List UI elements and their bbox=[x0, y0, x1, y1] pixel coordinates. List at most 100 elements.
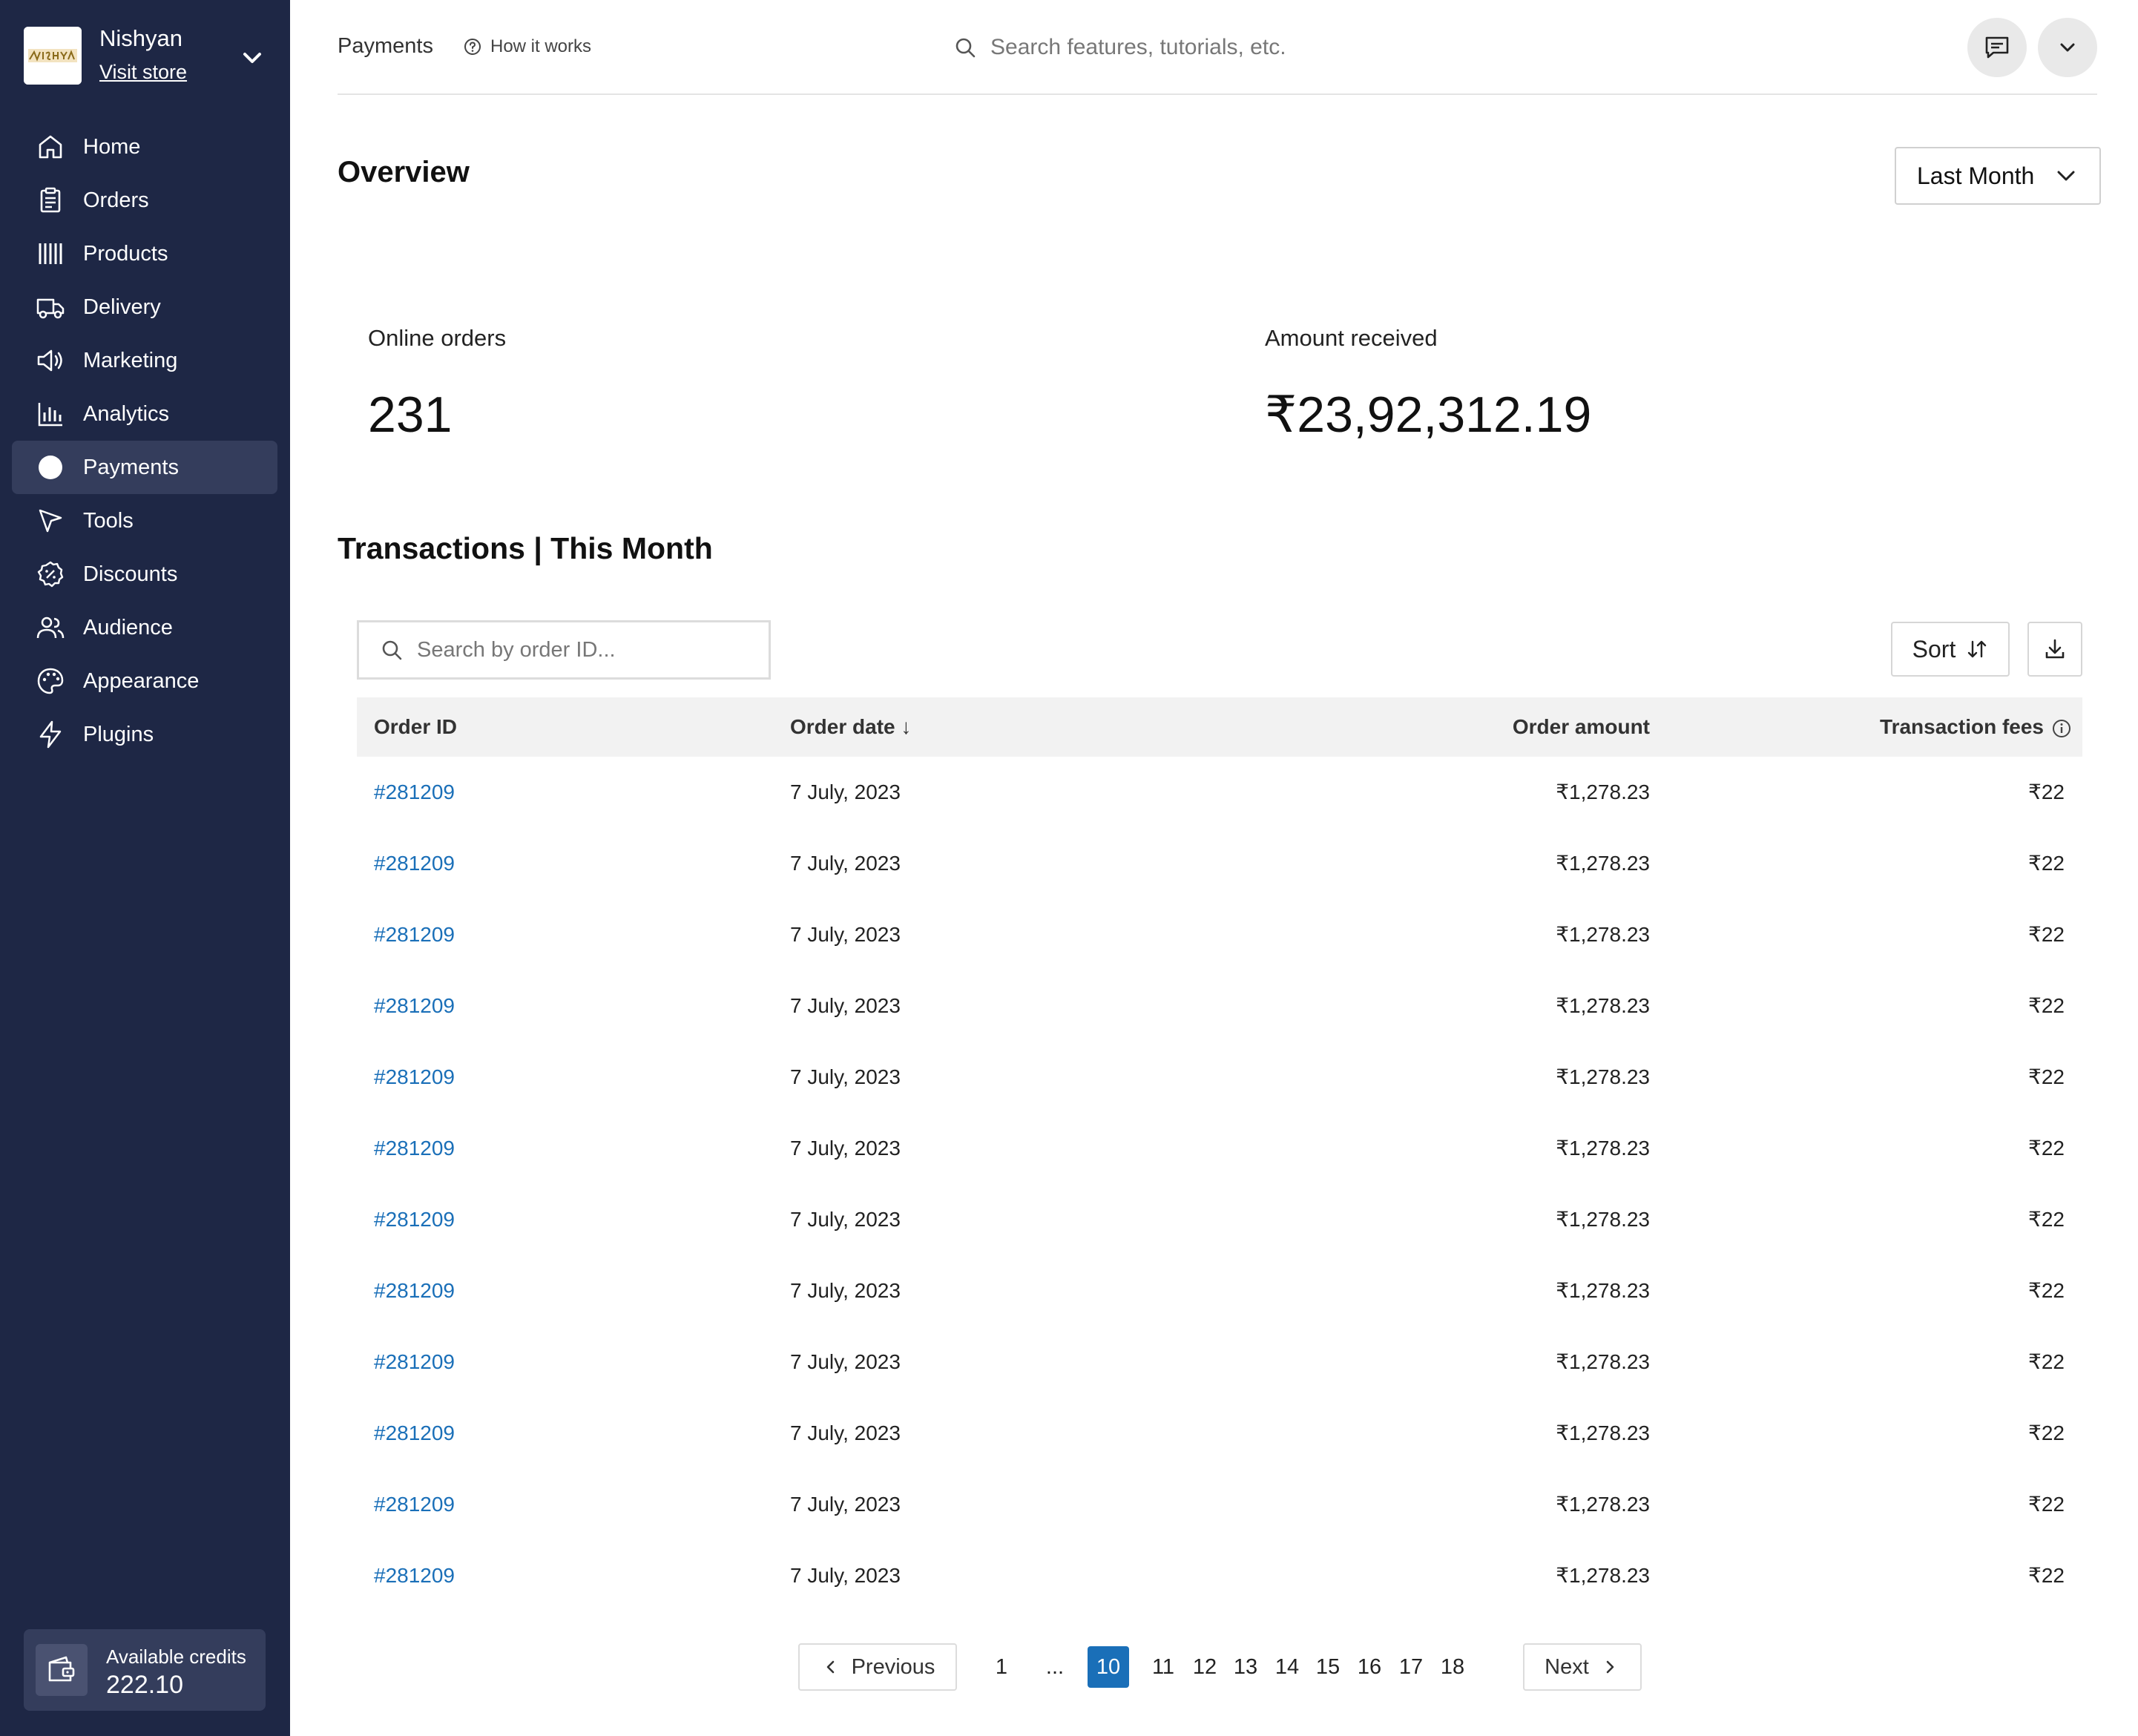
overview-title: Overview bbox=[338, 156, 470, 188]
megaphone-icon bbox=[37, 349, 62, 372]
order-id-link[interactable]: #281209 bbox=[374, 1326, 455, 1398]
page-number-button[interactable]: 17 bbox=[1390, 1646, 1432, 1688]
column-header-order-date[interactable]: Order date ↓ bbox=[790, 715, 911, 739]
order-date-cell: 7 July, 2023 bbox=[790, 923, 901, 946]
table-row: #281209 7 July, 2023 ₹1,278.23 ₹22 bbox=[357, 1469, 2082, 1540]
order-id-link[interactable]: #281209 bbox=[374, 970, 455, 1042]
order-id-link[interactable]: #281209 bbox=[374, 1255, 455, 1326]
order-amount-cell: ₹1,278.23 bbox=[1556, 780, 1650, 803]
order-id-link[interactable]: #281209 bbox=[374, 1042, 455, 1113]
home-icon bbox=[39, 135, 62, 159]
chevron-down-icon bbox=[2060, 43, 2075, 52]
page-number-button[interactable]: 16 bbox=[1349, 1646, 1390, 1688]
column-header-transaction-fees[interactable]: Transaction fees bbox=[1880, 715, 2044, 739]
next-page-button[interactable]: Next bbox=[1523, 1643, 1642, 1691]
previous-page-button[interactable]: Previous bbox=[798, 1643, 957, 1691]
help-circle-icon bbox=[464, 39, 481, 55]
sidebar-item-products[interactable]: Products bbox=[12, 227, 277, 280]
sidebar-item-appearance[interactable]: Appearance bbox=[12, 654, 277, 708]
transaction-fee-cell: ₹22 bbox=[2028, 780, 2065, 803]
chevron-down-icon[interactable] bbox=[236, 42, 269, 74]
page-number-button[interactable]: 18 bbox=[1432, 1646, 1473, 1688]
page-number-button[interactable]: 15 bbox=[1307, 1646, 1349, 1688]
payments-icon bbox=[39, 456, 62, 479]
global-search[interactable] bbox=[953, 28, 1621, 67]
store-switcher[interactable]: Nishyan Visit store bbox=[24, 25, 269, 88]
previous-label: Previous bbox=[851, 1654, 935, 1679]
page-number-button[interactable]: 1 bbox=[981, 1646, 1022, 1688]
page-number-button[interactable]: 14 bbox=[1266, 1646, 1308, 1688]
order-search[interactable] bbox=[357, 620, 771, 680]
lightning-icon bbox=[39, 720, 62, 749]
sidebar-item-analytics[interactable]: Analytics bbox=[12, 387, 277, 441]
download-icon bbox=[2045, 639, 2065, 659]
page-number-button[interactable]: 13 bbox=[1225, 1646, 1266, 1688]
how-it-works-label: How it works bbox=[490, 36, 592, 56]
sidebar-item-tools[interactable]: Tools bbox=[12, 494, 277, 548]
sidebar-item-audience[interactable]: Audience bbox=[12, 601, 277, 654]
online-orders-label: Online orders bbox=[368, 325, 507, 351]
order-id-link[interactable]: #281209 bbox=[374, 899, 455, 970]
table-row: #281209 7 July, 2023 ₹1,278.23 ₹22 bbox=[357, 1042, 2082, 1113]
sidebar-item-label: Marketing bbox=[83, 348, 178, 372]
order-id-link[interactable]: #281209 bbox=[374, 1398, 455, 1469]
sidebar-item-orders[interactable]: Orders bbox=[12, 174, 277, 227]
column-header-order-amount[interactable]: Order amount bbox=[1513, 715, 1650, 739]
sidebar-nav: Home Orders Products Delivery Marketing … bbox=[12, 120, 277, 761]
order-search-input[interactable] bbox=[417, 637, 743, 662]
account-menu-button[interactable] bbox=[2038, 18, 2097, 77]
chevron-left-icon bbox=[826, 1660, 834, 1674]
column-header-order-id[interactable]: Order ID bbox=[374, 715, 457, 739]
store-name: Nishyan bbox=[99, 25, 182, 51]
cursor-icon bbox=[39, 509, 62, 533]
transactions-title: Transactions | This Month bbox=[338, 531, 713, 565]
how-it-works-link[interactable]: How it works bbox=[464, 36, 591, 57]
transaction-fee-cell: ₹22 bbox=[2028, 852, 2065, 875]
order-date-cell: 7 July, 2023 bbox=[790, 780, 901, 803]
table-row: #281209 7 July, 2023 ₹1,278.23 ₹22 bbox=[357, 1398, 2082, 1469]
amount-received-label: Amount received bbox=[1265, 325, 1438, 351]
chevron-right-icon bbox=[1606, 1660, 1614, 1674]
page-number-button[interactable]: 11 bbox=[1142, 1646, 1184, 1688]
order-id-link[interactable]: #281209 bbox=[374, 757, 455, 828]
search-icon bbox=[955, 38, 976, 58]
global-search-input[interactable] bbox=[990, 35, 1584, 60]
download-button[interactable] bbox=[2027, 622, 2082, 677]
order-id-link[interactable]: #281209 bbox=[374, 828, 455, 899]
table-row: #281209 7 July, 2023 ₹1,278.23 ₹22 bbox=[357, 1113, 2082, 1184]
bar-chart-icon bbox=[38, 403, 62, 427]
chat-button[interactable] bbox=[1967, 18, 2027, 77]
transaction-fee-cell: ₹22 bbox=[2028, 1421, 2065, 1444]
order-amount-cell: ₹1,278.23 bbox=[1556, 852, 1650, 875]
transaction-fee-cell: ₹22 bbox=[2028, 923, 2065, 946]
info-icon[interactable] bbox=[2051, 718, 2072, 739]
order-date-cell: 7 July, 2023 bbox=[790, 994, 901, 1017]
sidebar-item-payments[interactable]: Payments bbox=[12, 441, 277, 494]
period-select[interactable]: Last Month bbox=[1895, 147, 2101, 205]
table-row: #281209 7 July, 2023 ₹1,278.23 ₹22 bbox=[357, 970, 2082, 1042]
page-number-button[interactable]: 10 bbox=[1088, 1646, 1129, 1688]
order-amount-cell: ₹1,278.23 bbox=[1556, 1137, 1650, 1160]
transactions-table: Order ID Order date ↓ Order amount Trans… bbox=[357, 697, 2082, 1611]
order-id-link[interactable]: #281209 bbox=[374, 1540, 455, 1611]
top-bar: Payments How it works bbox=[338, 0, 2097, 95]
order-id-link[interactable]: #281209 bbox=[374, 1113, 455, 1184]
sidebar-item-label: Analytics bbox=[83, 401, 170, 426]
sidebar-item-label: Products bbox=[83, 241, 168, 266]
palette-icon bbox=[37, 668, 64, 694]
sidebar-item-label: Home bbox=[83, 134, 141, 159]
order-date-cell: 7 July, 2023 bbox=[790, 1208, 901, 1231]
table-row: #281209 7 July, 2023 ₹1,278.23 ₹22 bbox=[357, 828, 2082, 899]
sidebar-item-delivery[interactable]: Delivery bbox=[12, 280, 277, 334]
sort-button[interactable]: Sort bbox=[1891, 622, 2010, 677]
sidebar-item-marketing[interactable]: Marketing bbox=[12, 334, 277, 387]
sidebar-item-home[interactable]: Home bbox=[12, 120, 277, 174]
order-id-link[interactable]: #281209 bbox=[374, 1184, 455, 1255]
sidebar-item-plugins[interactable]: Plugins bbox=[12, 708, 277, 761]
order-id-link[interactable]: #281209 bbox=[374, 1469, 455, 1540]
sidebar-item-discounts[interactable]: Discounts bbox=[12, 548, 277, 601]
page-number-button[interactable]: 12 bbox=[1184, 1646, 1226, 1688]
visit-store-link[interactable]: Visit store bbox=[99, 61, 187, 84]
pagination: Previous 1... 10 11 12 13 14 15 16 17 18 Next bbox=[0, 1643, 2138, 1691]
order-amount-cell: ₹1,278.23 bbox=[1556, 1065, 1650, 1088]
